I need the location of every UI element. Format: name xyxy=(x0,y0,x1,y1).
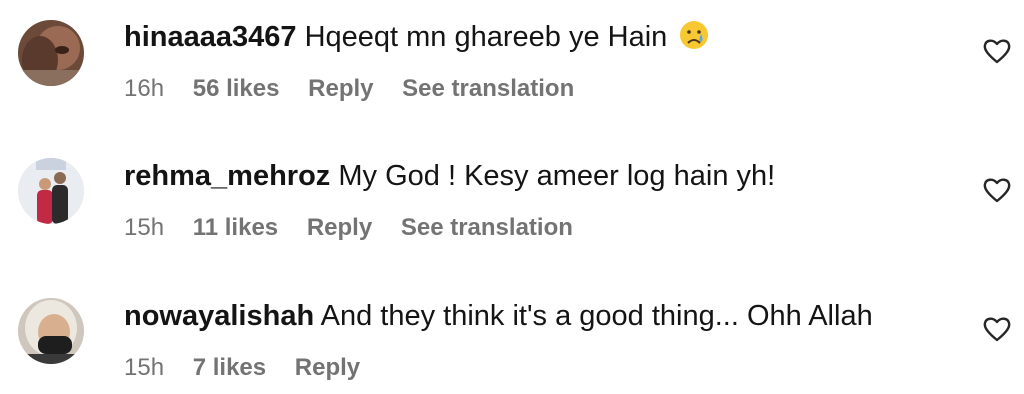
heart-icon[interactable] xyxy=(983,316,1011,342)
comment-time: 15h xyxy=(124,354,165,381)
comment-text: My God ! Kesy ameer log hain yh! xyxy=(338,160,776,192)
comment-meta: 15h 7 likes Reply xyxy=(124,353,382,383)
heart-icon[interactable] xyxy=(983,177,1011,203)
comment-item: nowayalishah And they think it's a good … xyxy=(0,0,1024,381)
avatar-photo xyxy=(18,158,84,224)
comment-time: 15h xyxy=(124,214,165,241)
see-translation-button[interactable]: See translation xyxy=(401,213,573,243)
reply-button[interactable]: Reply xyxy=(295,353,360,383)
comment-likes[interactable]: 7 likes xyxy=(193,353,266,383)
reply-button[interactable]: Reply xyxy=(307,213,372,243)
comment-username[interactable]: rehma_mehroz xyxy=(124,160,330,192)
comment-text: And they think it's a good thing... Ohh … xyxy=(320,300,873,332)
comment-likes[interactable]: 11 likes xyxy=(193,213,278,243)
avatar-photo xyxy=(18,298,84,364)
comment-body: rehma_mehroz My God ! Kesy ameer log hai… xyxy=(124,158,775,194)
comment-body: nowayalishah And they think it's a good … xyxy=(124,298,873,334)
avatar[interactable] xyxy=(18,158,84,224)
comment-username[interactable]: nowayalishah xyxy=(124,300,314,332)
avatar[interactable] xyxy=(18,298,84,364)
comment-meta: 15h 11 likes Reply See translation xyxy=(124,213,595,243)
